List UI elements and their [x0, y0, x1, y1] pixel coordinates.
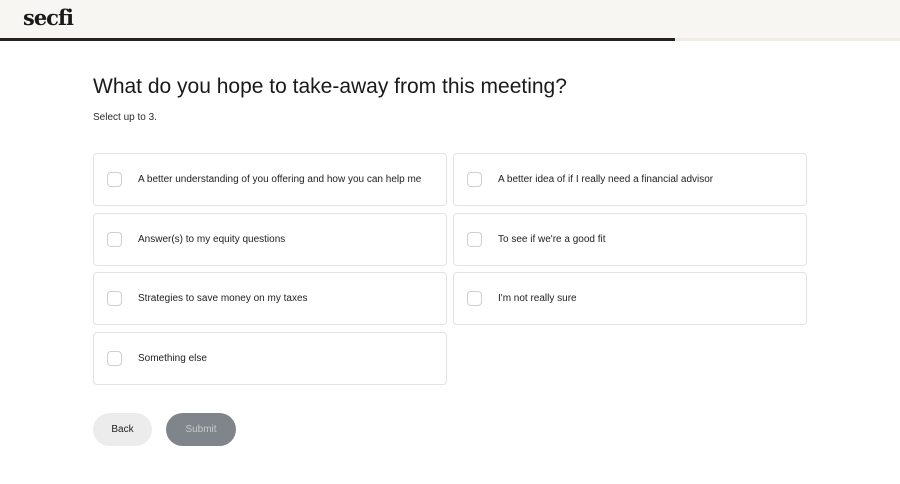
back-button[interactable]: Back	[93, 413, 152, 446]
progress-bar	[0, 38, 900, 41]
option-label: A better idea of if I really need a fina…	[498, 174, 714, 185]
checkbox[interactable]	[467, 291, 482, 306]
option-not-sure[interactable]: I'm not really sure	[453, 272, 807, 325]
option-label: Strategies to save money on my taxes	[138, 293, 308, 304]
option-something-else[interactable]: Something else	[93, 332, 447, 385]
option-label: Answer(s) to my equity questions	[138, 234, 286, 245]
option-good-fit[interactable]: To see if we're a good fit	[453, 213, 807, 266]
selection-instruction: Select up to 3.	[93, 112, 157, 123]
option-label: A better understanding of you offering a…	[138, 174, 422, 185]
option-equity-questions[interactable]: Answer(s) to my equity questions	[93, 213, 447, 266]
checkbox[interactable]	[107, 351, 122, 366]
checkbox[interactable]	[107, 172, 122, 187]
checkbox[interactable]	[107, 291, 122, 306]
checkbox[interactable]	[467, 232, 482, 247]
progress-fill	[0, 38, 675, 41]
option-better-understanding[interactable]: A better understanding of you offering a…	[93, 153, 447, 206]
checkbox[interactable]	[107, 232, 122, 247]
option-financial-advisor[interactable]: A better idea of if I really need a fina…	[453, 153, 807, 206]
option-label: I'm not really sure	[498, 293, 577, 304]
option-save-on-taxes[interactable]: Strategies to save money on my taxes	[93, 272, 447, 325]
submit-button[interactable]: Submit	[166, 413, 236, 446]
secfi-logo[interactable]: secfi	[23, 5, 74, 30]
option-label: To see if we're a good fit	[498, 234, 606, 245]
option-label: Something else	[138, 353, 207, 364]
top-bar: secfi	[0, 0, 900, 38]
page-title: What do you hope to take-away from this …	[93, 75, 567, 98]
checkbox[interactable]	[467, 172, 482, 187]
